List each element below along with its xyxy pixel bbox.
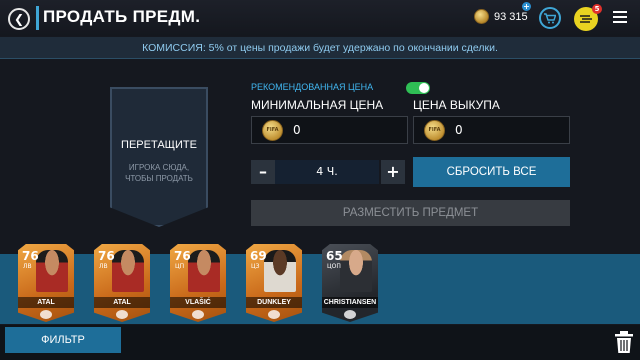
toggle-knob [419, 83, 429, 93]
recommended-price-label: РЕКОМЕНДОВАННАЯ ЦЕНА [251, 82, 374, 92]
card-type-icon [268, 310, 280, 319]
filter-button[interactable]: ФИЛЬТР [5, 327, 121, 353]
duration-decrease-button[interactable]: – [251, 160, 275, 184]
coin-icon: FIFA [424, 120, 445, 141]
min-price-value: 0 [293, 123, 301, 137]
buyout-price-label: ЦЕНА ВЫКУПА [413, 98, 500, 112]
back-arrow-icon: ❮ [13, 12, 25, 26]
card-rating: 76 [22, 249, 39, 263]
back-button[interactable]: ❮ [8, 8, 30, 30]
store-button[interactable] [539, 7, 561, 29]
drop-zone-title: ПЕРЕТАЩИТЕ [121, 139, 197, 151]
list-item-button[interactable]: РАЗМЕСТИТЬ ПРЕДМЕТ [251, 200, 570, 226]
player-photo [112, 250, 144, 292]
card-type-icon [40, 310, 52, 319]
menu-icon [613, 11, 627, 13]
player-photo [188, 250, 220, 292]
drop-zone-subtitle: ИГРОКА СЮДА, ЧТОБЫ ПРОДАТЬ [125, 163, 193, 183]
card-rating: 76 [98, 249, 115, 263]
card-name: ATAL [94, 297, 150, 308]
card-name: VLAŠIĆ [170, 297, 226, 308]
cart-icon [544, 12, 556, 23]
coin-balance: 93 315 [474, 9, 528, 24]
title-accent [36, 6, 39, 30]
duration-increase-button[interactable]: + [381, 160, 405, 184]
coin-icon [474, 9, 489, 24]
min-price-label: МИНИМАЛЬНАЯ ЦЕНА [251, 98, 384, 112]
page-title: ПРОДАТЬ ПРЕДМ. [43, 7, 201, 26]
top-bar: ❮ ПРОДАТЬ ПРЕДМ. 93 315 + 5 [0, 0, 640, 36]
card-position: ЛВ [99, 263, 108, 270]
player-photo [340, 250, 372, 292]
commission-notice: КОМИССИЯ: 5% от цены продажи будет удерж… [0, 37, 640, 59]
card-name: DUNKLEY [246, 297, 302, 308]
card-position: ЦЗ [251, 263, 260, 270]
card-rating: 76 [174, 249, 191, 263]
card-rating: 69 [250, 249, 267, 263]
card-name: CHRISTIANSEN [322, 297, 378, 308]
buyout-price-value: 0 [455, 123, 463, 137]
card-position: ЦП [175, 263, 185, 270]
card-position: ЛВ [23, 263, 32, 270]
reset-all-button[interactable]: СБРОСИТЬ ВСЕ [413, 157, 570, 187]
menu-button[interactable] [613, 11, 627, 25]
player-photo [264, 250, 296, 292]
player-drop-zone[interactable]: ПЕРЕТАЩИТЕ ИГРОКА СЮДА, ЧТОБЫ ПРОДАТЬ [110, 87, 208, 227]
card-name: ATAL [18, 297, 74, 308]
trash-button[interactable] [614, 330, 634, 354]
buyout-price-field[interactable]: FIFA 0 [413, 116, 570, 144]
player-photo [36, 250, 68, 292]
add-coins-icon[interactable]: + [522, 2, 531, 11]
recommended-price-toggle[interactable] [406, 82, 430, 94]
player-card[interactable]: 65 ЦОП CHRISTIANSEN [322, 244, 378, 322]
card-type-icon [116, 310, 128, 319]
packs-count-badge: 5 [592, 4, 602, 14]
player-card[interactable]: 76 ЦП VLAŠIĆ [170, 244, 226, 322]
duration-value: 4 Ч. [275, 160, 379, 184]
coin-balance-value: 93 315 [494, 10, 528, 23]
card-rating: 65 [326, 249, 343, 263]
card-type-icon [192, 310, 204, 319]
min-price-field[interactable]: FIFA 0 [251, 116, 408, 144]
card-position: ЦОП [327, 263, 341, 270]
packs-icon [580, 15, 592, 23]
card-type-icon [344, 310, 356, 319]
player-card[interactable]: 69 ЦЗ DUNKLEY [246, 244, 302, 322]
coin-icon: FIFA [262, 120, 283, 141]
player-card[interactable]: 76 ЛВ ATAL [94, 244, 150, 322]
player-card[interactable]: 76 ЛВ ATAL [18, 244, 74, 322]
trash-icon [615, 331, 633, 353]
